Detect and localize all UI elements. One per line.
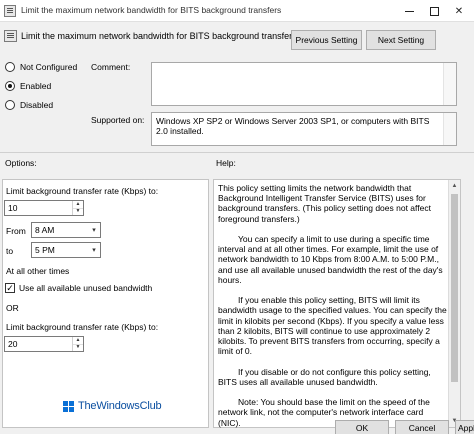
minimize-button[interactable] bbox=[396, 0, 422, 22]
ok-button[interactable]: OK bbox=[335, 420, 389, 434]
previous-setting-button[interactable]: Previous Setting bbox=[291, 30, 362, 50]
use-all-checkbox-row[interactable]: ✓ Use all available unused bandwidth bbox=[5, 283, 152, 293]
cancel-button[interactable]: Cancel bbox=[395, 420, 449, 434]
chevron-down-icon: ▾ bbox=[92, 247, 96, 254]
spin-down-icon[interactable]: ▼ bbox=[73, 343, 83, 352]
radio-not-configured-circle[interactable] bbox=[5, 62, 15, 72]
window-title: Limit the maximum network bandwidth for … bbox=[21, 5, 282, 15]
use-all-label: Use all available unused bandwidth bbox=[19, 283, 153, 293]
comment-label: Comment: bbox=[91, 62, 131, 72]
supported-value: Windows XP SP2 or Windows Server 2003 SP… bbox=[156, 116, 430, 136]
next-setting-button[interactable]: Next Setting bbox=[366, 30, 436, 50]
radio-disabled-circle[interactable] bbox=[5, 100, 15, 110]
comment-scrollbar[interactable] bbox=[443, 63, 456, 105]
help-label: Help: bbox=[216, 158, 236, 168]
help-paragraph: You can specify a limit to use during a … bbox=[218, 234, 443, 285]
radio-enabled[interactable]: Enabled bbox=[5, 81, 51, 91]
policy-icon bbox=[4, 5, 16, 17]
other-times-label: At all other times bbox=[6, 266, 70, 276]
comment-textarea[interactable] bbox=[151, 62, 457, 106]
windows-logo-icon bbox=[63, 401, 75, 413]
minimize-icon bbox=[404, 10, 414, 12]
scroll-up-icon[interactable]: ▲ bbox=[449, 180, 460, 192]
maximize-icon bbox=[429, 6, 439, 16]
spin-down-icon[interactable]: ▼ bbox=[73, 207, 83, 216]
to-value: 5 PM bbox=[35, 245, 55, 255]
help-scrollbar[interactable]: ▲ ▼ bbox=[448, 180, 460, 427]
or-label: OR bbox=[6, 303, 19, 313]
section-divider bbox=[0, 152, 474, 153]
rate-label: Limit background transfer rate (Kbps) to… bbox=[6, 186, 159, 196]
help-paragraph: If you enable this policy setting, BITS … bbox=[218, 295, 447, 357]
from-label: From bbox=[6, 226, 26, 236]
radio-disabled-label: Disabled bbox=[20, 100, 54, 110]
help-paragraph: This policy setting limits the network b… bbox=[218, 183, 431, 224]
supported-box: Windows XP SP2 or Windows Server 2003 SP… bbox=[151, 112, 457, 146]
rate-spinner[interactable]: 10 ▲ ▼ bbox=[4, 200, 84, 216]
to-label: to bbox=[6, 246, 14, 256]
title-bar: Limit the maximum network bandwidth for … bbox=[0, 0, 474, 22]
rate2-label: Limit background transfer rate (Kbps) to… bbox=[6, 322, 159, 332]
setting-title: Limit the maximum network bandwidth for … bbox=[21, 31, 297, 41]
close-button[interactable]: ✕ bbox=[446, 0, 472, 22]
help-text: This policy setting limits the network b… bbox=[218, 183, 448, 434]
help-paragraph: If you disable or do not configure this … bbox=[218, 366, 431, 387]
radio-enabled-label: Enabled bbox=[20, 81, 52, 91]
maximize-button[interactable] bbox=[421, 0, 447, 22]
radio-not-configured[interactable]: Not Configured bbox=[5, 62, 77, 72]
help-scroll-thumb[interactable] bbox=[451, 194, 458, 382]
radio-not-configured-label: Not Configured bbox=[20, 62, 78, 72]
from-value: 8 AM bbox=[35, 225, 55, 235]
setting-icon bbox=[4, 30, 17, 42]
rate2-value: 20 bbox=[8, 339, 18, 349]
rate2-spinner[interactable]: 20 ▲ ▼ bbox=[4, 336, 84, 352]
help-panel: This policy setting limits the network b… bbox=[213, 179, 461, 428]
apply-button[interactable]: Apply bbox=[455, 420, 474, 434]
watermark-text: TheWindowsClub bbox=[78, 400, 162, 412]
options-label: Options: bbox=[5, 158, 37, 168]
radio-disabled[interactable]: Disabled bbox=[5, 100, 53, 110]
radio-enabled-circle[interactable] bbox=[5, 81, 15, 91]
chevron-down-icon: ▾ bbox=[92, 227, 96, 234]
options-panel bbox=[2, 179, 209, 428]
supported-label: Supported on: bbox=[91, 115, 145, 125]
from-select[interactable]: 8 AM ▾ bbox=[31, 222, 101, 238]
close-icon: ✕ bbox=[454, 5, 464, 17]
use-all-checkbox[interactable]: ✓ bbox=[5, 283, 15, 293]
rate-value: 10 bbox=[8, 203, 18, 213]
to-select[interactable]: 5 PM ▾ bbox=[31, 242, 101, 258]
supported-scrollbar[interactable] bbox=[443, 113, 456, 145]
